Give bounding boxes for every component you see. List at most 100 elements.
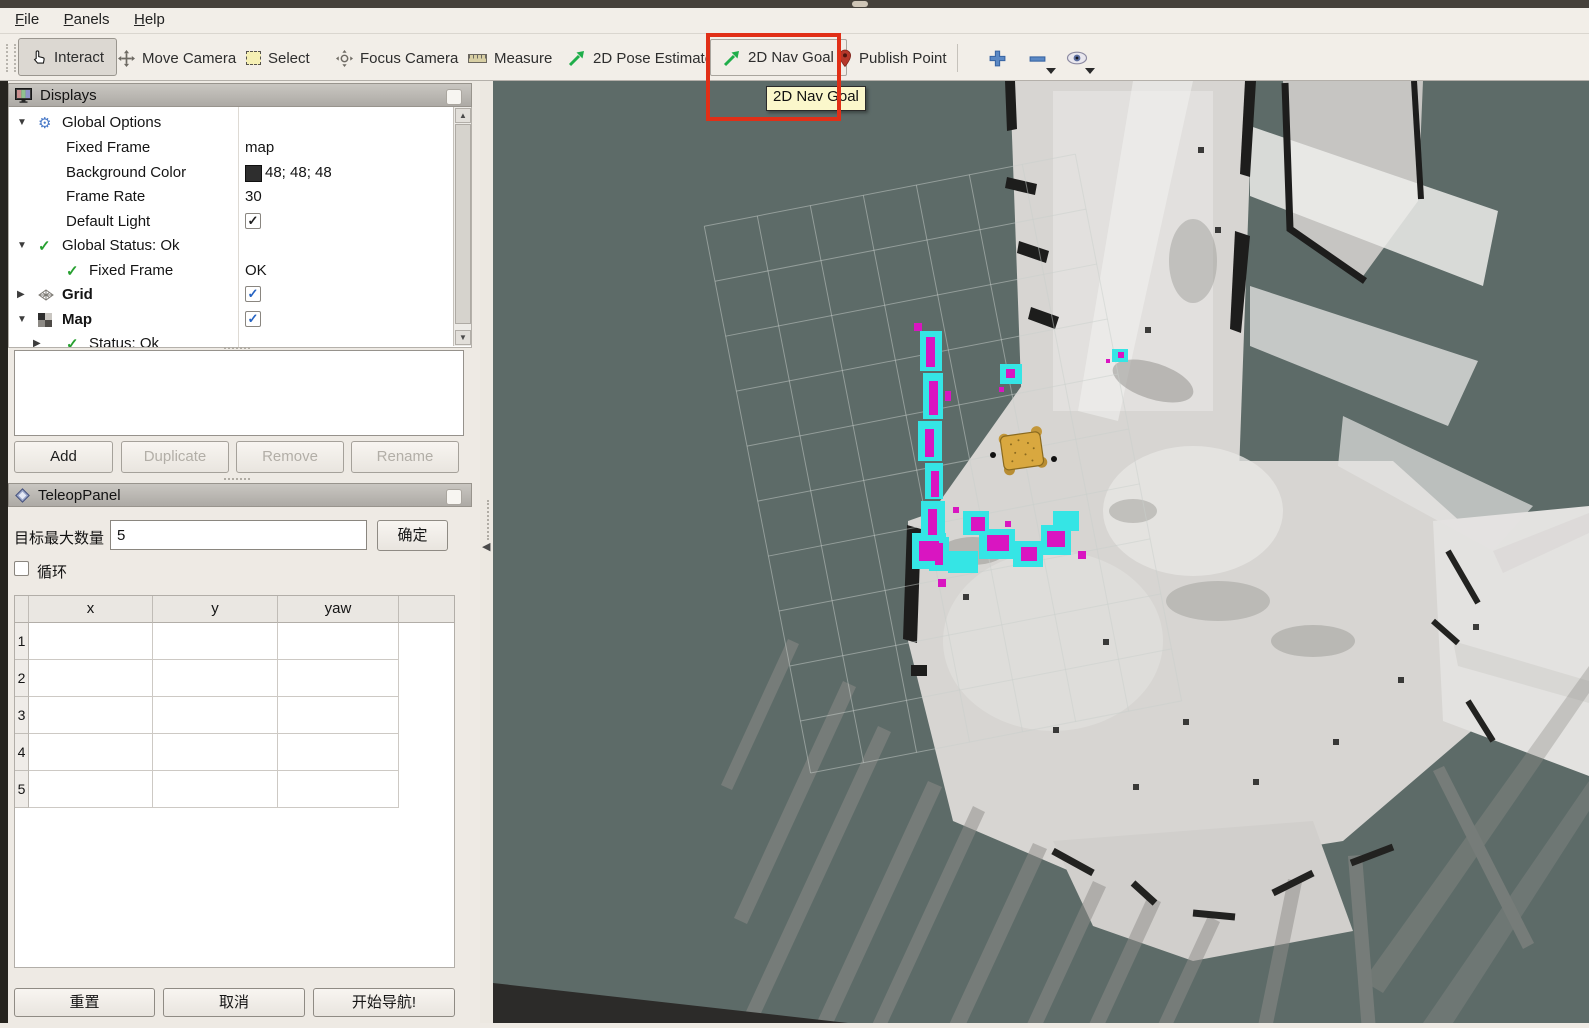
expander-down-icon[interactable]: ▼ xyxy=(17,117,27,128)
hand-cursor-icon xyxy=(31,49,47,65)
eye-icon xyxy=(1066,51,1088,65)
column-header-x[interactable]: x xyxy=(29,596,153,623)
expander-right-icon[interactable]: ▶ xyxy=(33,338,41,348)
teleop-panel-titlebar[interactable]: TeleopPanel xyxy=(8,483,472,507)
grid-display-icon xyxy=(38,289,54,301)
menu-file[interactable]: File xyxy=(5,8,49,28)
panel-resize-grip[interactable] xyxy=(224,347,250,349)
cell-yaw-1[interactable] xyxy=(278,623,399,660)
cell-x-3[interactable] xyxy=(29,697,153,734)
focus-camera-icon xyxy=(336,50,353,67)
floor-edge-wedge xyxy=(493,983,848,1023)
color-swatch[interactable] xyxy=(245,165,262,182)
focus-camera-tool[interactable]: Focus Camera xyxy=(336,42,458,74)
cell-x-5[interactable] xyxy=(29,771,153,808)
toolbar-drag-handle[interactable] xyxy=(6,44,16,72)
scroll-down-icon[interactable]: ▼ xyxy=(455,330,471,345)
menubar: File Panels Help xyxy=(0,8,1589,34)
status-ok-check-icon: ✓ xyxy=(66,262,79,280)
expander-down-icon[interactable]: ▼ xyxy=(17,240,27,251)
tree-row-default-light[interactable]: Default Light ✓ xyxy=(9,211,453,235)
menu-help[interactable]: Help xyxy=(124,8,175,28)
ruler-icon xyxy=(468,54,487,63)
pose-estimate-tool[interactable]: 2D Pose Estimate xyxy=(568,42,713,74)
cancel-button[interactable]: 取消 xyxy=(163,988,305,1017)
measure-tool[interactable]: Measure xyxy=(468,42,552,74)
3d-viewport[interactable] xyxy=(493,81,1589,1023)
window-titlebar-strip xyxy=(0,0,1589,8)
row-header-3[interactable]: 3 xyxy=(15,697,29,734)
publish-point-tool[interactable]: Publish Point xyxy=(838,42,947,74)
row-header-1[interactable]: 1 xyxy=(15,623,29,660)
plus-icon xyxy=(988,49,1007,68)
tree-row-fixed-frame-status[interactable]: ✓ Fixed Frame OK xyxy=(9,260,453,284)
add-display-button[interactable]: Add xyxy=(14,441,113,473)
start-navigation-button[interactable]: 开始导航! xyxy=(313,988,455,1017)
visibility-dropdown-caret[interactable] xyxy=(1085,68,1095,74)
select-tool[interactable]: Select xyxy=(246,42,310,74)
checkbox-checked[interactable]: ✓ xyxy=(245,286,261,302)
cell-x-2[interactable] xyxy=(29,660,153,697)
collapse-panel-handle[interactable]: ◀ xyxy=(482,540,490,553)
column-header-filler xyxy=(399,596,454,623)
expander-right-icon[interactable]: ▶ xyxy=(17,289,25,300)
tree-row-frame-rate[interactable]: Frame Rate 30 xyxy=(9,186,453,210)
green-arrow-icon xyxy=(723,49,741,67)
cell-y-4[interactable] xyxy=(153,734,278,771)
cell-yaw-5[interactable] xyxy=(278,771,399,808)
confirm-button[interactable]: 确定 xyxy=(377,520,448,551)
cell-y-2[interactable] xyxy=(153,660,278,697)
cell-y-5[interactable] xyxy=(153,771,278,808)
tree-row-map[interactable]: ▼ Map ✓ xyxy=(9,309,453,333)
move-camera-icon xyxy=(118,50,135,67)
tree-scrollbar[interactable]: ▲ ▼ xyxy=(453,107,472,346)
minus-icon xyxy=(1028,49,1047,68)
scrollbar-thumb[interactable] xyxy=(455,124,471,324)
tree-row-global-options[interactable]: ▼ ⚙ Global Options xyxy=(9,112,453,136)
max-goal-input[interactable] xyxy=(110,520,367,550)
select-box-icon xyxy=(246,51,261,65)
splitter-dots xyxy=(487,500,491,540)
status-ok-check-icon: ✓ xyxy=(66,335,79,348)
reset-button[interactable]: 重置 xyxy=(14,988,155,1017)
cell-x-1[interactable] xyxy=(29,623,153,660)
checkbox-checked[interactable]: ✓ xyxy=(245,213,261,229)
window-title-glint xyxy=(852,1,868,7)
row-header-2[interactable]: 2 xyxy=(15,660,29,697)
cell-yaw-4[interactable] xyxy=(278,734,399,771)
interact-tool-button[interactable]: Interact xyxy=(18,38,117,76)
panel-resize-grip[interactable] xyxy=(224,478,250,480)
panel-float-checkbox[interactable] xyxy=(446,489,462,505)
menu-panels[interactable]: Panels xyxy=(54,8,120,28)
panel-float-checkbox[interactable] xyxy=(446,89,462,105)
cell-yaw-3[interactable] xyxy=(278,697,399,734)
column-header-y[interactable]: y xyxy=(153,596,278,623)
move-camera-tool[interactable]: Move Camera xyxy=(118,42,236,74)
cell-yaw-2[interactable] xyxy=(278,660,399,697)
zoom-out-button[interactable] xyxy=(1028,42,1047,74)
max-goal-label: 目标最大数量 xyxy=(14,527,104,548)
displays-panel-titlebar[interactable]: Displays xyxy=(8,83,472,107)
scroll-up-icon[interactable]: ▲ xyxy=(455,108,471,123)
tree-row-status-clipped[interactable]: ▶ ✓ Status: Ok xyxy=(9,333,453,348)
tree-row-fixed-frame[interactable]: Fixed Frame map xyxy=(9,137,453,161)
row-header-4[interactable]: 4 xyxy=(15,734,29,771)
cell-x-4[interactable] xyxy=(29,734,153,771)
expander-down-icon[interactable]: ▼ xyxy=(17,314,27,325)
column-header-yaw[interactable]: yaw xyxy=(278,596,399,623)
zoom-out-dropdown-caret[interactable] xyxy=(1046,68,1056,74)
row-header-5[interactable]: 5 xyxy=(15,771,29,808)
checkbox-checked[interactable]: ✓ xyxy=(245,311,261,327)
zoom-in-button[interactable] xyxy=(988,42,1007,74)
goal-table: x y yaw 1 2 3 4 5 xyxy=(14,595,455,968)
nav-goal-tooltip: 2D Nav Goal xyxy=(766,86,866,111)
tree-row-global-status[interactable]: ▼ ✓ Global Status: Ok xyxy=(9,235,453,259)
cell-y-3[interactable] xyxy=(153,697,278,734)
loop-checkbox[interactable] xyxy=(14,561,29,576)
nav-goal-tool-button[interactable]: 2D Nav Goal xyxy=(710,39,847,76)
cell-y-1[interactable] xyxy=(153,623,278,660)
tree-row-grid[interactable]: ▶ Grid ✓ xyxy=(9,284,453,308)
map-display-icon xyxy=(38,313,52,327)
panel-diamond-icon xyxy=(15,488,30,503)
tree-row-background-color[interactable]: Background Color 48; 48; 48 xyxy=(9,162,453,186)
